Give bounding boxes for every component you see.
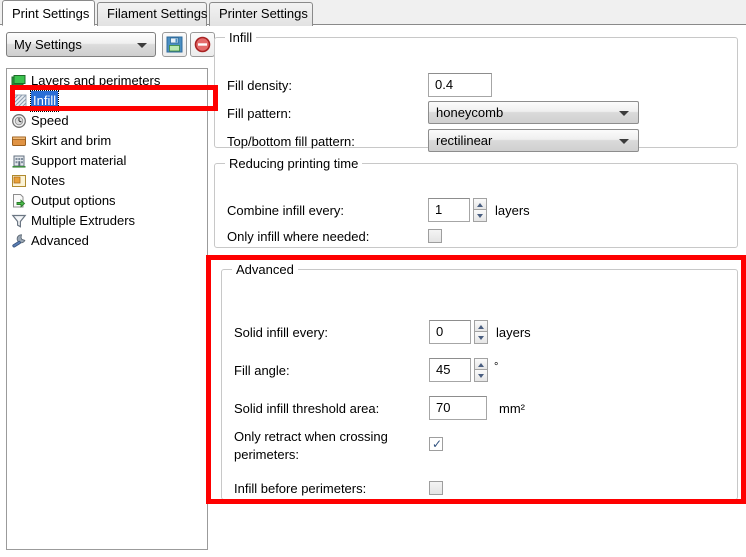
caret-down-icon — [477, 214, 483, 218]
caret-down-icon — [478, 374, 484, 378]
sidebar-item-output-options[interactable]: Output options — [7, 191, 207, 211]
caret-up-icon — [477, 203, 483, 207]
tab-print-settings-label: Print Settings — [12, 6, 90, 21]
caret-up-icon — [478, 363, 484, 367]
infill-hatch-icon — [11, 93, 27, 109]
only-infill-where-needed-checkbox[interactable] — [428, 229, 442, 243]
combine-infill-every-stepper[interactable] — [473, 198, 487, 222]
solid-infill-threshold-area-input[interactable]: 70 — [429, 396, 487, 420]
only-retract-when-crossing-perimeters-label-line1: Only retract when crossing — [234, 429, 388, 444]
note-icon — [11, 173, 27, 189]
sidebar-item-label: Notes — [31, 173, 65, 188]
fill-density-label: Fill density: — [227, 78, 293, 93]
only-retract-when-crossing-perimeters-label-line2: perimeters: — [234, 447, 300, 462]
sidebar-item-label: Layers and perimeters — [31, 73, 161, 88]
stepper-down-button[interactable] — [474, 370, 488, 382]
stepper-down-button[interactable] — [474, 332, 488, 344]
tab-printer-settings[interactable]: Printer Settings — [209, 2, 313, 26]
group-infill-legend: Infill — [229, 30, 253, 45]
fill-pattern-label: Fill pattern: — [227, 106, 292, 121]
tab-filament-settings[interactable]: Filament Settings — [97, 2, 207, 26]
tab-strip: Print Settings Filament Settings Printer… — [0, 0, 746, 26]
fill-pattern-select[interactable]: honeycomb — [428, 101, 639, 124]
fill-angle-input[interactable]: 45 — [429, 358, 471, 382]
group-reducing-printing-time: Reducing printing time Combine infill ev… — [214, 156, 738, 248]
fill-density-input[interactable]: 0.4 — [428, 73, 492, 97]
caret-up-icon — [478, 325, 484, 329]
sidebar-item-support-material[interactable]: Support material — [7, 151, 207, 171]
group-infill: Infill Fill density: 0.4 Fill pattern: h… — [214, 30, 738, 152]
sidebar-item-advanced[interactable]: Advanced — [7, 231, 207, 251]
solid-infill-threshold-area-label: Solid infill threshold area: — [234, 401, 380, 416]
sidebar-item-skirt-and-brim[interactable]: Skirt and brim — [7, 131, 207, 151]
fill-pattern-value: honeycomb — [436, 105, 504, 120]
sidebar-item-speed[interactable]: Speed — [7, 111, 207, 131]
settings-tree[interactable]: Layers and perimeters Infill Speed Skirt… — [6, 68, 208, 550]
caret-down-icon — [478, 336, 484, 340]
top-bottom-fill-pattern-select[interactable]: rectilinear — [428, 129, 639, 152]
sidebar-item-label: Infill — [29, 90, 60, 112]
preset-select-value: My Settings — [14, 37, 82, 52]
stepper-up-button[interactable] — [474, 320, 488, 332]
only-retract-when-crossing-perimeters-checkbox[interactable]: ✓ — [429, 437, 443, 451]
combine-infill-every-label: Combine infill every: — [227, 203, 345, 218]
tab-printer-settings-label: Printer Settings — [219, 6, 308, 21]
infill-before-perimeters-checkbox[interactable] — [429, 481, 443, 495]
funnel-icon — [11, 213, 27, 229]
chevron-down-icon — [137, 43, 147, 48]
chevron-down-icon — [619, 139, 629, 144]
stepper-up-button[interactable] — [473, 198, 487, 210]
preset-select[interactable]: My Settings — [6, 32, 156, 57]
tab-print-settings[interactable]: Print Settings — [2, 0, 95, 26]
group-reducing-legend: Reducing printing time — [229, 156, 359, 171]
solid-infill-every-label: Solid infill every: — [234, 325, 328, 340]
combine-infill-every-unit: layers — [495, 203, 530, 218]
delete-preset-button[interactable] — [190, 32, 215, 57]
wrench-icon — [11, 233, 27, 249]
sidebar-item-label: Output options — [31, 193, 116, 208]
box-icon — [11, 133, 27, 149]
fill-angle-stepper[interactable] — [474, 358, 488, 382]
sidebar-item-notes[interactable]: Notes — [7, 171, 207, 191]
solid-infill-every-unit: layers — [496, 325, 531, 340]
sidebar-item-label: Skirt and brim — [31, 133, 112, 148]
building-icon — [11, 153, 27, 169]
fill-angle-unit: ° — [494, 361, 499, 373]
clock-icon — [11, 113, 27, 129]
tab-filament-settings-label: Filament Settings — [107, 6, 208, 21]
stepper-down-button[interactable] — [473, 210, 487, 222]
top-bottom-fill-pattern-value: rectilinear — [436, 133, 493, 148]
combine-infill-every-input[interactable]: 1 — [428, 198, 470, 222]
save-preset-button[interactable] — [162, 32, 187, 57]
group-advanced-legend: Advanced — [236, 262, 294, 277]
sidebar-item-label: Support material — [31, 153, 127, 168]
solid-infill-every-input[interactable]: 0 — [429, 320, 471, 344]
sidebar-item-layers-and-perimeters[interactable]: Layers and perimeters — [7, 71, 207, 91]
solid-infill-every-stepper[interactable] — [474, 320, 488, 344]
export-arrow-icon — [11, 193, 27, 209]
sidebar-item-label: Multiple Extruders — [31, 213, 136, 228]
sidebar-item-infill[interactable]: Infill — [7, 90, 207, 112]
solid-infill-threshold-area-unit: mm² — [499, 401, 525, 416]
stepper-up-button[interactable] — [474, 358, 488, 370]
sidebar-item-multiple-extruders[interactable]: Multiple Extruders — [7, 211, 207, 231]
infill-before-perimeters-label: Infill before perimeters: — [234, 481, 367, 496]
sidebar-item-label: Advanced — [31, 233, 89, 248]
top-bottom-fill-pattern-label: Top/bottom fill pattern: — [227, 134, 355, 149]
sidebar-item-label: Speed — [31, 113, 69, 128]
group-advanced: Advanced Solid infill every: 0 layers Fi… — [221, 262, 738, 500]
chevron-down-icon — [619, 111, 629, 116]
only-infill-where-needed-label: Only infill where needed: — [227, 229, 370, 244]
check-mark-icon: ✓ — [432, 437, 443, 451]
fill-angle-label: Fill angle: — [234, 363, 290, 378]
layers-icon — [11, 73, 27, 89]
